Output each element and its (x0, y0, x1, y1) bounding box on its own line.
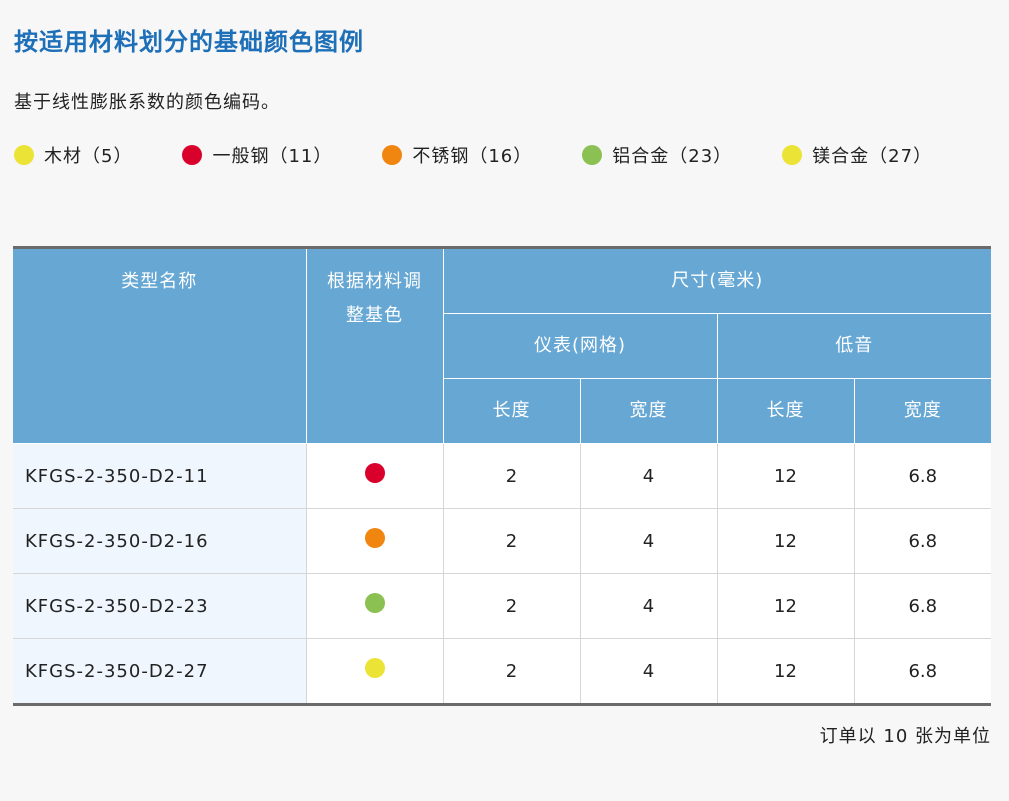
legend-label: 木材（5） (44, 146, 133, 167)
row-meter-length: 2 (442, 443, 581, 509)
color-legend: 木材（5） 一般钢（11） 不锈钢（16） 铝合金（23） 镁合金（27） (14, 143, 932, 167)
table-row: KFGS-2-350-D2-23 2 4 12 6.8 (13, 573, 992, 639)
row-meter-length: 2 (442, 508, 581, 574)
header-meter-width: 宽度 (579, 378, 718, 444)
legend-label: 铝合金（23） (612, 146, 733, 167)
page-title: 按适用材料划分的基础颜色图例 (14, 28, 364, 56)
table-row: KFGS-2-350-D2-11 2 4 12 6.8 (13, 443, 992, 509)
row-bass-width: 6.8 (853, 508, 992, 574)
row-meter-width: 4 (579, 443, 718, 509)
row-meter-length: 2 (442, 573, 581, 639)
order-note: 订单以 10 张为单位 (819, 726, 991, 747)
row-type-name: KFGS-2-350-D2-27 (13, 638, 307, 705)
row-bass-width: 6.8 (853, 573, 992, 639)
row-bass-length: 12 (716, 638, 855, 705)
header-base-color-label: 根据材料调整基色 (327, 271, 422, 326)
header-meter-length: 长度 (443, 378, 581, 444)
header-meter: 仪表(网格) (443, 313, 718, 379)
row-meter-width: 4 (579, 638, 718, 705)
row-bass-length: 12 (716, 573, 855, 639)
row-bass-length: 12 (716, 443, 855, 509)
row-bass-width: 6.8 (853, 443, 992, 509)
legend-item-steel: 一般钢（11） (182, 142, 332, 168)
row-bass-width: 6.8 (853, 638, 992, 705)
legend-dot-icon (14, 145, 34, 165)
row-color-cell (305, 573, 444, 639)
header-bass-length: 长度 (716, 378, 855, 444)
legend-dot-icon (582, 145, 603, 165)
header-base-color: 根据材料调整基色 (305, 247, 444, 444)
table-row: KFGS-2-350-D2-27 2 4 12 6.8 (13, 638, 992, 705)
color-dot-icon (364, 592, 385, 613)
legend-dot-icon (382, 145, 403, 165)
page-subtitle: 基于线性膨胀系数的颜色编码。 (14, 92, 280, 113)
legend-item-wood: 木材（5） (14, 142, 132, 168)
row-meter-length: 2 (442, 638, 581, 705)
row-color-cell (305, 638, 444, 705)
legend-dot-icon (182, 145, 203, 165)
row-type-name: KFGS-2-350-D2-23 (13, 573, 307, 639)
legend-label: 不锈钢（16） (412, 146, 533, 167)
header-type-name: 类型名称 (13, 247, 307, 444)
row-type-name: KFGS-2-350-D2-11 (13, 443, 307, 509)
legend-item-stainless: 不锈钢（16） (382, 142, 532, 168)
row-meter-width: 4 (579, 508, 718, 574)
row-type-name: KFGS-2-350-D2-16 (13, 508, 307, 574)
legend-item-aluminum: 铝合金（23） (582, 142, 732, 168)
legend-item-magnesium: 镁合金（27） (782, 142, 932, 168)
color-dot-icon (364, 527, 385, 548)
row-meter-width: 4 (579, 573, 718, 639)
legend-dot-icon (782, 145, 803, 165)
color-dot-icon (364, 657, 385, 678)
legend-label: 镁合金（27） (812, 146, 933, 167)
row-color-cell (305, 508, 444, 574)
header-bass-width: 宽度 (853, 378, 992, 444)
table-row: KFGS-2-350-D2-16 2 4 12 6.8 (13, 508, 992, 574)
row-color-cell (305, 443, 444, 509)
header-bass: 低音 (716, 313, 992, 379)
legend-label: 一般钢（11） (212, 146, 333, 167)
row-bass-length: 12 (716, 508, 855, 574)
header-dimensions: 尺寸(毫米) (442, 247, 992, 314)
spec-table: 类型名称 根据材料调整基色 尺寸(毫米) 仪表(网格) 低音 长度 宽度 长度 … (13, 246, 992, 706)
color-dot-icon (364, 462, 385, 483)
